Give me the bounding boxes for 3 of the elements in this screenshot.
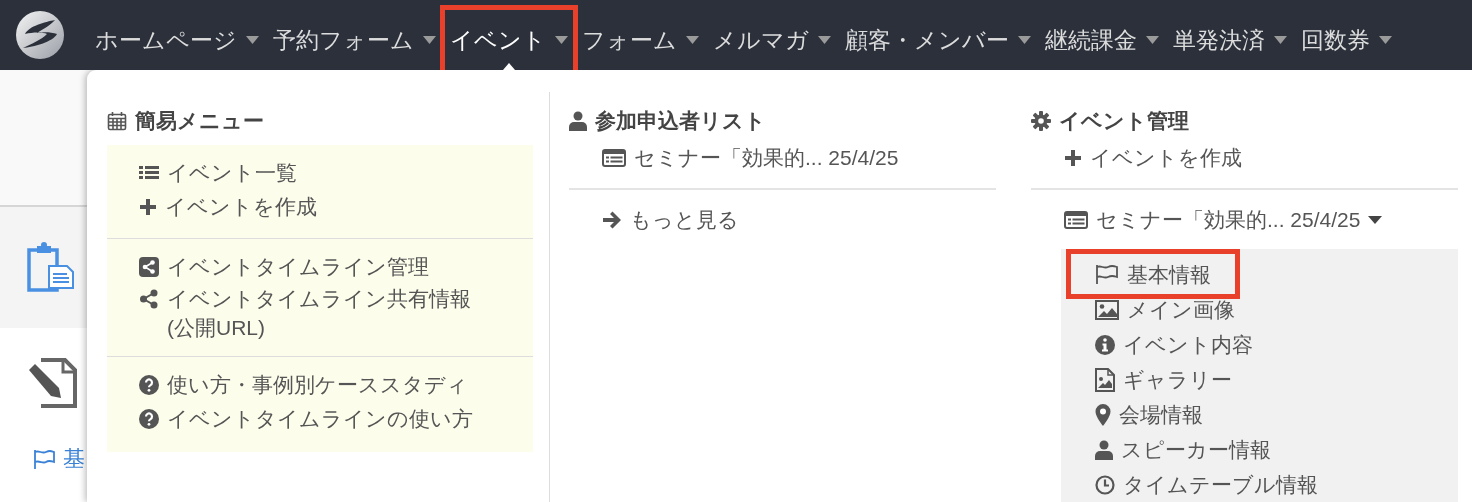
- menu-heading: 簡易メニュー: [135, 108, 264, 134]
- menu-heading: イベント管理: [1059, 108, 1189, 134]
- menu-heading: 参加申込者リスト: [595, 108, 766, 134]
